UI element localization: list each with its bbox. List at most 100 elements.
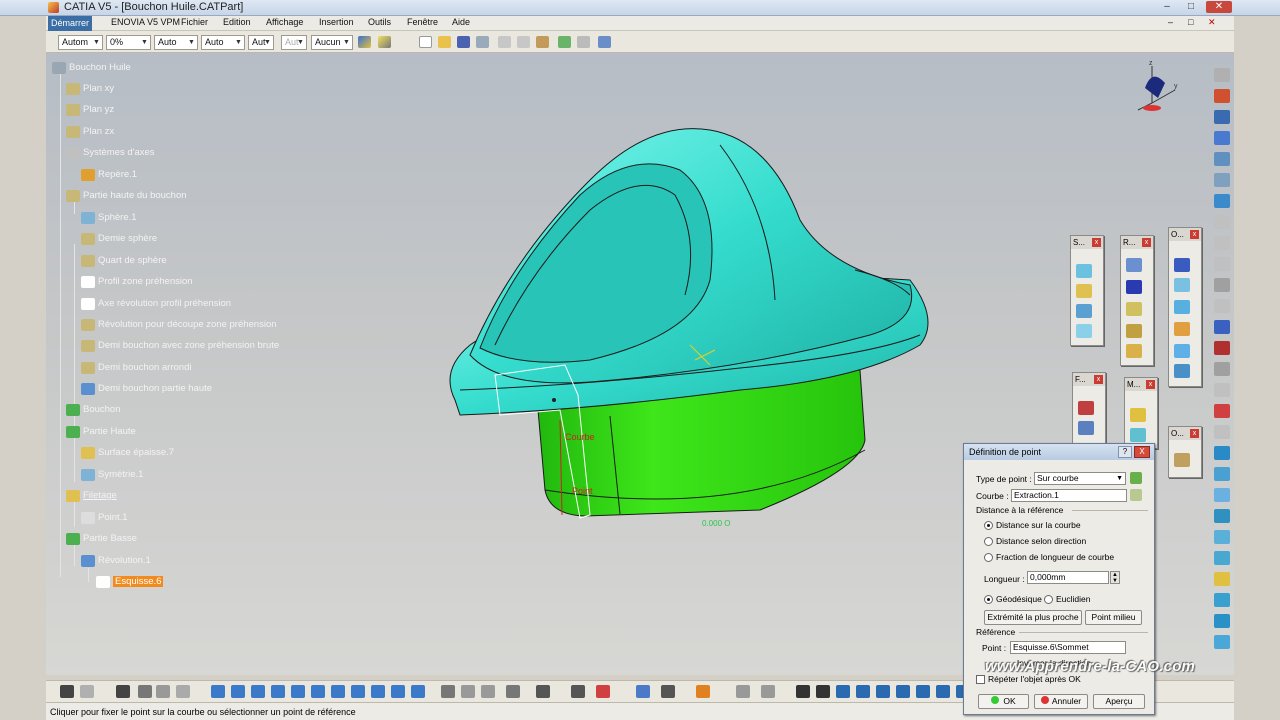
wrap-icon[interactable] [796,685,810,698]
shading-icon[interactable] [371,685,385,698]
tree-node-bouchon-huile[interactable]: Bouchon Huile [52,60,131,76]
image-icon[interactable] [441,685,455,698]
menu-aide[interactable]: Aide [452,17,470,27]
save-icon[interactable] [457,36,470,48]
mirror-icon[interactable] [856,685,870,698]
tree-node-repere-1[interactable]: Repère.1 [81,167,137,183]
line-icon[interactable] [1214,131,1230,145]
extremum-icon[interactable] [1214,530,1230,544]
palette-close-icon[interactable]: x [1142,238,1151,247]
join-icon[interactable] [1126,258,1142,272]
midpoint-button[interactable]: Point milieu [1085,610,1142,625]
fillet-icon[interactable] [1214,383,1230,397]
ok-button[interactable]: OK [978,694,1029,709]
select-icon[interactable] [1214,68,1230,82]
point-icon[interactable] [1214,173,1230,187]
boundary-icon[interactable] [1214,341,1230,355]
extract-icon[interactable] [1126,324,1142,338]
translate-icon[interactable] [1126,302,1142,316]
circle-icon[interactable] [506,685,520,698]
menu-edition[interactable]: Edition [223,17,251,27]
point-symbol-combo[interactable]: Aut ▼ [248,35,274,50]
affinity-icon[interactable] [1214,488,1230,502]
table-icon[interactable] [138,685,152,698]
zoom-out-icon[interactable] [291,685,305,698]
tree-node-demi-bouchon-arrondi[interactable]: Demi bouchon arrondi [81,360,191,376]
length-spinner[interactable]: ▲ ▼ [1110,571,1120,584]
euclidean-radio[interactable] [1044,595,1053,604]
hide-show-icon[interactable] [391,685,405,698]
curve-input[interactable]: Extraction.1 [1011,489,1127,502]
tree-node-plan-zx[interactable]: Plan zx [66,124,114,140]
feature-icon[interactable] [1078,401,1094,415]
pattern-icon[interactable] [1214,572,1230,586]
menu-affichage[interactable]: Affichage [266,17,303,27]
zoom-in-icon[interactable] [271,685,285,698]
point-type-select[interactable]: Sur courbe ▼ [1034,472,1126,485]
tree-node-systemes-d-axes[interactable]: Systèmes d'axes [66,145,155,161]
scale-icon[interactable] [1214,467,1230,481]
repeat-object-checkbox[interactable] [976,675,985,684]
graph-icon[interactable] [661,685,675,698]
grid-icon[interactable] [1174,258,1190,272]
dialog-close-button[interactable]: X [1134,446,1150,458]
knowledge-icon[interactable] [80,685,94,698]
hand-icon[interactable] [816,685,830,698]
join-icon[interactable] [1214,278,1230,292]
close-button[interactable]: ✕ [1206,1,1232,13]
axis-icon[interactable] [1214,509,1230,523]
palette-close-icon[interactable]: x [1092,238,1101,247]
split-icon[interactable] [1126,344,1142,358]
align-icon[interactable] [836,685,850,698]
transparency-combo[interactable]: 0% ▼ [106,35,151,50]
tree-node-plan-xy[interactable]: Plan xy [66,81,114,97]
iso-view-icon[interactable] [331,685,345,698]
axis-icon[interactable] [1174,364,1190,378]
render-combo[interactable]: Aucun ▼ [311,35,353,50]
group-icon[interactable] [936,685,950,698]
inner-minimize-button[interactable]: – [1168,17,1173,27]
tree-node-revolution-1[interactable]: Révolution.1 [81,553,151,569]
measure-icon[interactable] [156,685,170,698]
revolve-surface-icon[interactable] [1076,284,1092,298]
tree-node-demie-sphere[interactable]: Demie sphère [81,231,157,247]
cut-icon[interactable] [498,36,511,48]
extrude-surface-icon[interactable] [1076,264,1092,278]
axis-view-icon[interactable] [571,685,585,698]
cylinder-surface-icon[interactable] [1076,324,1092,338]
fit-all-icon[interactable] [211,685,225,698]
mesh-icon[interactable] [596,685,610,698]
rotate-view-icon[interactable] [251,685,265,698]
tree-node-point-1[interactable]: Point.1 [81,510,128,526]
modify-icon[interactable] [1130,408,1146,422]
shape-icon[interactable] [736,685,750,698]
hand-icon[interactable] [1174,453,1190,467]
linetype-combo[interactable]: Auto ▼ [201,35,245,50]
tree-node-profil-zone-prehension[interactable]: Profil zone préhension [81,274,193,290]
maximize-button[interactable]: □ [1182,1,1200,13]
blend-icon[interactable] [1174,344,1190,358]
trim-icon[interactable] [1214,320,1230,334]
layer-combo[interactable]: Aut ▼ [281,35,307,50]
paint-icon[interactable] [358,36,371,48]
menu-demarrer[interactable]: Démarrer [48,16,93,31]
frame-icon[interactable] [761,685,775,698]
nearest-extremity-button[interactable]: Extrémité la plus proche [984,610,1082,625]
inner-close-button[interactable]: ✕ [1208,17,1216,28]
offset-icon[interactable] [1214,551,1230,565]
swap-space-icon[interactable] [411,685,425,698]
tools-icon[interactable] [461,685,475,698]
tree-node-revolution-pour-decoupe-zone-prehension[interactable]: Révolution pour découpe zone préhension [81,317,277,333]
sphere-surface-icon[interactable] [1076,304,1092,318]
tree-node-quart-de-sphere[interactable]: Quart de sphère [81,253,167,269]
normal-view-icon[interactable] [311,685,325,698]
menu-enovia[interactable]: ENOVIA V5 VPM [111,17,180,27]
palette-close-icon[interactable]: x [1146,380,1155,389]
menu-fenetre[interactable]: Fenêtre [407,17,438,27]
help-icon[interactable] [598,36,611,48]
geodesic-radio[interactable] [984,595,993,604]
fillet-icon[interactable] [1174,322,1190,336]
tree-node-axe-revolution-profil-prehension[interactable]: Axe révolution profil préhension [81,296,231,312]
inner-maximize-button[interactable]: □ [1188,17,1193,27]
undo-icon[interactable] [558,36,571,48]
